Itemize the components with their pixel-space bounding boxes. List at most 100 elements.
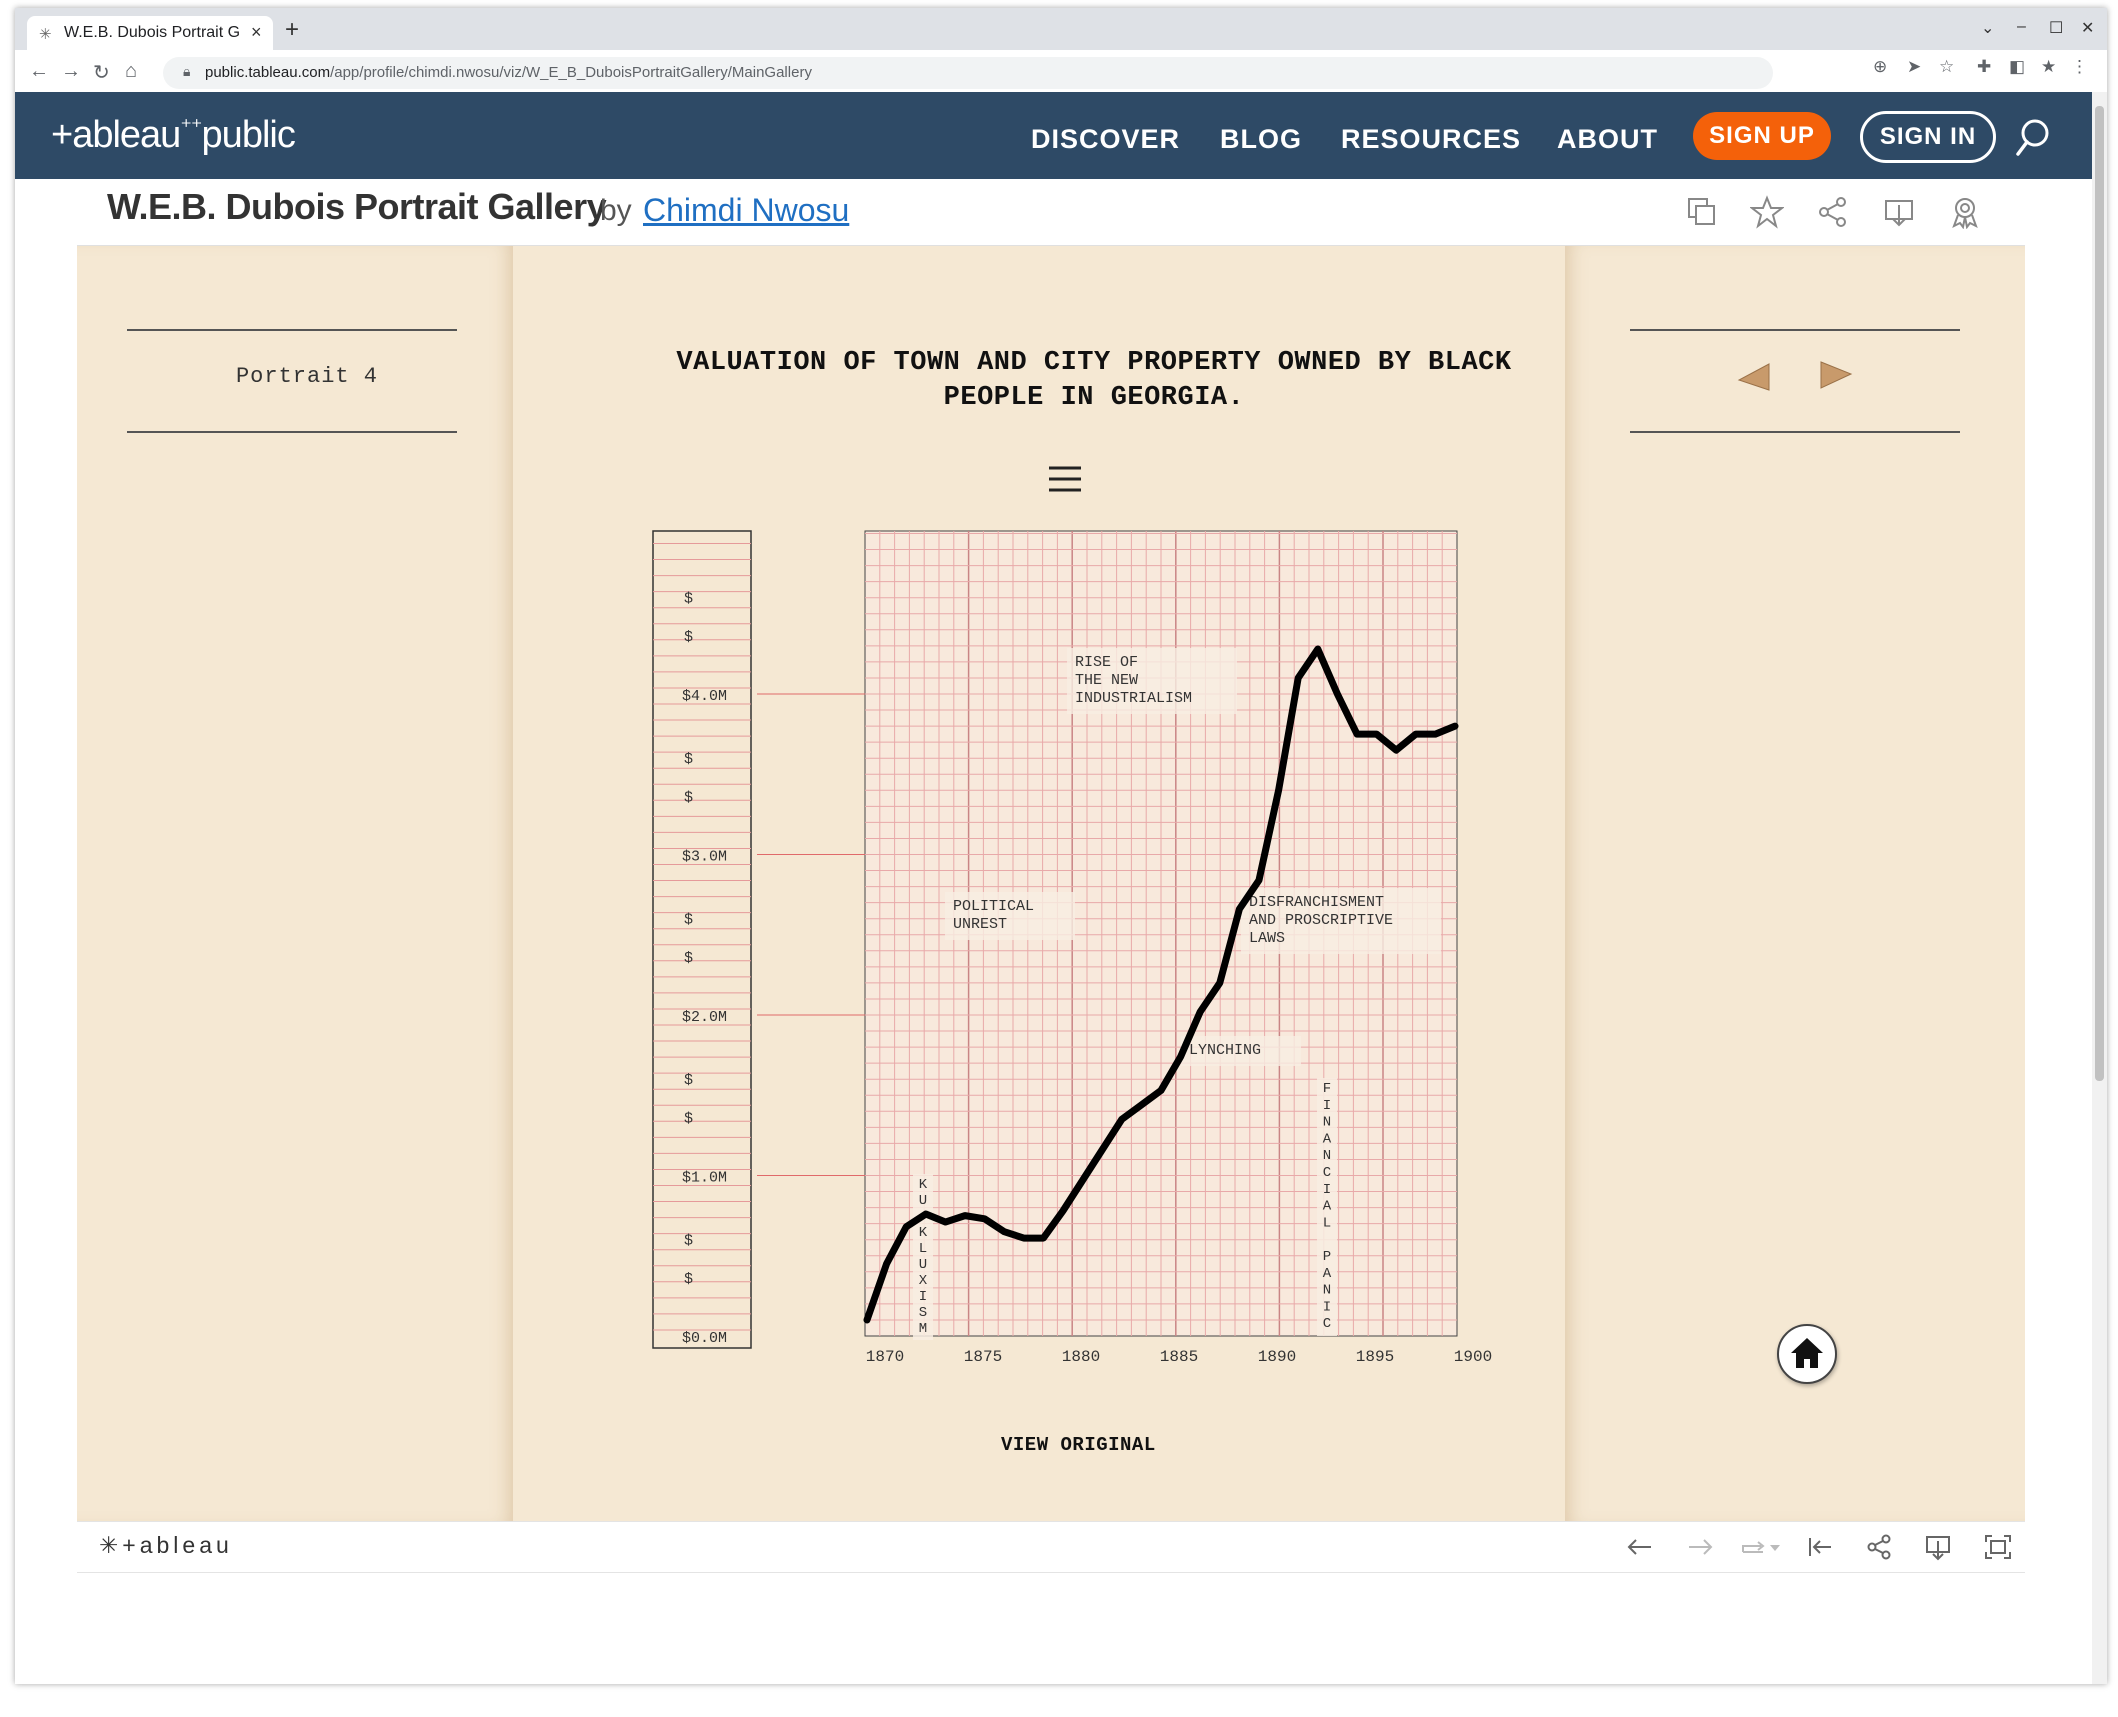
- star-icon[interactable]: [1750, 195, 1784, 229]
- annotation-letter: U: [919, 1257, 927, 1273]
- revert-icon[interactable]: [1739, 1532, 1769, 1562]
- annotation-letter: C: [1323, 1316, 1331, 1332]
- back-icon[interactable]: ←: [29, 60, 49, 83]
- x-tick-label: 1890: [1258, 1348, 1296, 1366]
- annotation-letter: N: [1323, 1115, 1331, 1131]
- y-tick-label: $2.0M: [682, 1009, 727, 1026]
- profile-icon[interactable]: ★: [2041, 57, 2056, 77]
- toolbar-share-icon[interactable]: [1864, 1532, 1894, 1562]
- reset-icon[interactable]: [1805, 1532, 1835, 1562]
- tableau-toolbar-sparkle-icon: ✳: [99, 1532, 123, 1558]
- annotation-text: DISFRANCHISMENT: [1249, 894, 1384, 911]
- annotation-letter: P: [1323, 1249, 1331, 1265]
- address-bar-row: ← → ↻ ⌂ 🔒︎ public.tableau.com/app/profil…: [15, 50, 2107, 97]
- page-scrollbar[interactable]: [2092, 92, 2107, 1684]
- annotation-letter: M: [919, 1321, 927, 1337]
- extensions-icon[interactable]: ✚: [1977, 57, 1991, 77]
- y-tick-label: $1.0M: [682, 1170, 727, 1187]
- redo-icon[interactable]: [1685, 1532, 1715, 1562]
- award-icon[interactable]: [1948, 195, 1982, 229]
- nav-discover[interactable]: DISCOVER: [1031, 124, 1180, 155]
- tableau-public-logo[interactable]: +ableau⁺⁺public: [51, 114, 296, 157]
- x-tick-label: 1875: [964, 1348, 1002, 1366]
- data-point: [1415, 733, 1417, 735]
- maximize-icon[interactable]: ☐: [2049, 18, 2063, 38]
- viz-by-label: by: [600, 194, 632, 227]
- data-point: [1356, 733, 1358, 735]
- browser-tab[interactable]: ✳ W.E.B. Dubois Portrait G ×: [27, 16, 273, 50]
- download-icon[interactable]: [1882, 195, 1916, 229]
- reload-icon[interactable]: ↻: [93, 60, 110, 85]
- y-minor-label: $: [684, 950, 693, 967]
- tab-search-icon[interactable]: ⌄: [1981, 18, 1994, 38]
- zoom-icon[interactable]: ⊕: [1873, 57, 1887, 77]
- sidebar-icon[interactable]: ◧: [2009, 57, 2025, 77]
- y-minor-label: $: [684, 751, 693, 768]
- nav-about[interactable]: ABOUT: [1557, 124, 1658, 155]
- nav-resources[interactable]: RESOURCES: [1341, 124, 1521, 155]
- close-window-icon[interactable]: ✕: [2081, 18, 2094, 38]
- sparkle-icon: ⁺⁺: [180, 114, 202, 139]
- fullscreen-icon[interactable]: [1983, 1532, 2013, 1562]
- toolbar-brand-text: +ableau: [122, 1532, 233, 1558]
- data-point: [905, 1226, 907, 1228]
- copy-icon[interactable]: [1685, 195, 1719, 229]
- dropdown-icon[interactable]: [1767, 1532, 1783, 1562]
- tableau-favicon-icon: ✳: [39, 26, 52, 43]
- nav-blog[interactable]: BLOG: [1220, 124, 1302, 155]
- url-path: /app/profile/chimdi.nwosu/viz/W_E_B_Dubo…: [330, 64, 812, 81]
- home-page-icon[interactable]: ⌂: [125, 60, 137, 83]
- y-axis-column: [652, 530, 752, 1349]
- share-icon[interactable]: [1816, 195, 1850, 229]
- search-icon[interactable]: [2015, 118, 2051, 158]
- data-point: [1042, 1237, 1044, 1239]
- y-minor-label: $: [684, 1271, 693, 1288]
- send-icon[interactable]: ➤: [1907, 57, 1921, 77]
- annotation-letter: K: [919, 1177, 928, 1193]
- data-point: [1023, 1237, 1025, 1239]
- bookmark-star-icon[interactable]: ☆: [1939, 57, 1954, 77]
- data-point: [1317, 648, 1319, 650]
- data-point: [1082, 1179, 1084, 1181]
- close-tab-icon[interactable]: ×: [251, 22, 262, 43]
- sign-up-button[interactable]: SIGN UP: [1693, 112, 1831, 160]
- y-minor-label: $: [684, 790, 693, 807]
- minimize-icon[interactable]: –: [2017, 18, 2026, 36]
- data-point: [1199, 1011, 1201, 1013]
- tableau-toolbar-logo[interactable]: ✳+ableau: [99, 1532, 233, 1559]
- scrollbar-thumb[interactable]: [2095, 106, 2104, 1081]
- new-tab-button[interactable]: +: [285, 16, 299, 44]
- logo-text: +ableau: [51, 114, 181, 156]
- x-tick-label: 1880: [1062, 1348, 1100, 1366]
- data-point: [886, 1263, 888, 1265]
- forward-icon[interactable]: →: [61, 60, 81, 83]
- y-minor-label: $: [684, 591, 693, 608]
- lock-icon: 🔒︎: [183, 63, 191, 79]
- annotation-letter: L: [1323, 1215, 1331, 1231]
- annotation-letter: F: [1323, 1081, 1331, 1097]
- y-tick-label: $0.0M: [682, 1330, 727, 1347]
- view-original-button[interactable]: VIEW ORIGINAL: [1001, 1434, 1156, 1456]
- menu-icon[interactable]: ⋮: [2071, 57, 2088, 77]
- y-tick-label: $4.0M: [682, 688, 727, 705]
- annotation-text: INDUSTRIALISM: [1075, 690, 1192, 707]
- data-point: [1062, 1210, 1064, 1212]
- y-tick-label: $3.0M: [682, 849, 727, 866]
- data-point: [1297, 677, 1299, 679]
- data-point: [1003, 1231, 1005, 1233]
- annotation-text: POLITICAL: [953, 898, 1034, 915]
- annotation-letter: A: [1323, 1199, 1332, 1215]
- annotation-text: LAWS: [1249, 930, 1285, 947]
- annotation-letter: U: [919, 1193, 927, 1209]
- annotation-letter: I: [1323, 1182, 1331, 1198]
- data-point: [1101, 1149, 1103, 1151]
- toolbar-download-icon[interactable]: [1923, 1532, 1953, 1562]
- data-point: [1395, 749, 1397, 751]
- sign-in-button[interactable]: SIGN IN: [1860, 111, 1996, 163]
- author-link[interactable]: Chimdi Nwosu: [643, 192, 849, 229]
- undo-icon[interactable]: [1625, 1532, 1655, 1562]
- url-field[interactable]: 🔒︎ public.tableau.com/app/profile/chimdi…: [163, 57, 1773, 89]
- tab-strip: ✳ W.E.B. Dubois Portrait G × + ⌄ – ☐ ✕: [15, 8, 2107, 50]
- data-point: [1376, 733, 1378, 735]
- data-point: [1434, 733, 1436, 735]
